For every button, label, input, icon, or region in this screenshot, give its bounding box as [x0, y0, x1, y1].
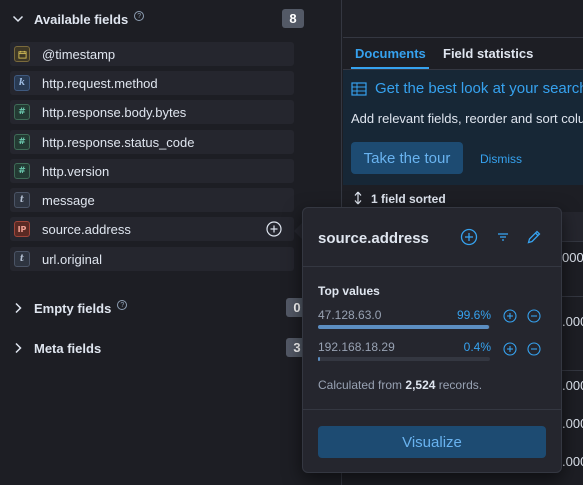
help-icon[interactable]: ?	[117, 300, 128, 310]
calendar-icon	[14, 46, 30, 62]
popover-divider	[303, 409, 561, 410]
filter-out-value-icon[interactable]	[527, 342, 541, 356]
keyword-type-icon: k	[14, 75, 30, 91]
field-name: url.original	[42, 251, 102, 267]
meta-fields-header[interactable]: Meta fields 3	[10, 337, 308, 359]
pencil-icon[interactable]	[525, 228, 543, 246]
table-icon	[351, 81, 367, 97]
tab-documents[interactable]: Documents	[355, 46, 426, 61]
callout-body: Add relevant fields, reorder and sort co…	[351, 111, 583, 126]
calc-record-count: 2,524	[405, 378, 436, 392]
available-fields-count: 8	[282, 9, 304, 28]
field-name: http.response.status_code	[42, 134, 195, 150]
field-name: message	[42, 192, 95, 208]
active-tab-indicator	[351, 67, 429, 69]
grid-cell: .000	[562, 378, 583, 393]
number-type-icon: #	[14, 134, 30, 150]
top-value-bar	[318, 325, 490, 329]
popover-title: source.address	[318, 230, 429, 247]
field-name: http.response.body.bytes	[42, 104, 187, 120]
text-type-icon: t	[14, 251, 30, 267]
text-type-icon: t	[14, 192, 30, 208]
empty-fields-header[interactable]: Empty fields ? 0	[10, 297, 308, 319]
sort-status-text: 1 field sorted	[371, 192, 446, 206]
field-name: @timestamp	[42, 46, 116, 62]
calc-prefix: Calculated from	[318, 378, 403, 392]
top-value-label: 47.128.63.0	[318, 308, 382, 322]
filter-for-value-icon[interactable]	[503, 342, 517, 356]
meta-fields-title: Meta fields	[34, 340, 102, 356]
top-value-percent: 99.6%	[456, 308, 491, 322]
available-fields-header[interactable]: Available fields ? 8	[10, 8, 304, 30]
popover-divider	[303, 266, 561, 267]
filter-for-value-icon[interactable]	[503, 309, 517, 323]
add-column-icon[interactable]	[460, 228, 478, 246]
field-name: source.address	[42, 221, 131, 237]
grid-cell: .000	[562, 314, 583, 329]
field-item-http-response-body-bytes[interactable]: # http.response.body.bytes	[10, 100, 294, 124]
field-item-message[interactable]: t message	[10, 188, 294, 212]
field-item-source-address[interactable]: IP source.address	[10, 217, 294, 241]
number-type-icon: #	[14, 163, 30, 179]
field-item-http-version[interactable]: # http.version	[10, 159, 294, 183]
top-value-label: 192.168.18.29	[318, 340, 395, 354]
empty-fields-title: Empty fields	[34, 300, 112, 316]
field-sidebar: Available fields ? 8 @timestamp k http.r…	[0, 0, 342, 485]
field-item-http-response-status-code[interactable]: # http.response.status_code	[10, 130, 294, 154]
chevron-right-icon	[10, 340, 26, 356]
field-item-http-request-method[interactable]: k http.request.method	[10, 71, 294, 95]
calc-suffix: records.	[438, 378, 483, 392]
top-value-bar-fill	[318, 325, 490, 329]
grid-cell: .000	[562, 416, 583, 431]
dismiss-link[interactable]: Dismiss	[480, 152, 522, 166]
top-values-title: Top values	[318, 284, 380, 298]
sort-icon	[352, 191, 364, 205]
ip-type-icon: IP	[14, 221, 30, 237]
calculated-from-text: Calculated from 2,524 records.	[318, 378, 482, 392]
available-fields-title: Available fields	[34, 11, 129, 27]
help-icon[interactable]: ?	[134, 11, 145, 21]
visualize-button[interactable]: Visualize	[318, 426, 546, 458]
main-topbar	[343, 0, 583, 38]
tab-field-statistics[interactable]: Field statistics	[443, 46, 533, 61]
filter-out-value-icon[interactable]	[527, 309, 541, 323]
filter-icon[interactable]	[494, 228, 512, 246]
field-popover: source.address Top values 47.128.63.0 99…	[302, 207, 562, 473]
chevron-right-icon	[10, 300, 26, 316]
field-item-timestamp[interactable]: @timestamp	[10, 42, 294, 66]
top-value-bar	[318, 357, 490, 361]
top-value-bar-fill	[318, 357, 320, 361]
chevron-down-icon	[10, 11, 26, 27]
field-name: http.version	[42, 163, 110, 179]
tour-callout: Get the best look at your search Add rel…	[343, 70, 583, 185]
top-value-percent: 0.4%	[463, 340, 491, 354]
take-tour-button[interactable]: Take the tour	[351, 142, 463, 174]
field-item-url-original[interactable]: t url.original	[10, 247, 294, 271]
field-name: http.request.method	[42, 75, 158, 91]
add-field-icon[interactable]	[266, 221, 282, 237]
number-type-icon: #	[14, 104, 30, 120]
grid-cell: .000	[562, 454, 583, 469]
grid-cell: 000	[562, 250, 583, 265]
callout-title: Get the best look at your search	[375, 80, 583, 97]
